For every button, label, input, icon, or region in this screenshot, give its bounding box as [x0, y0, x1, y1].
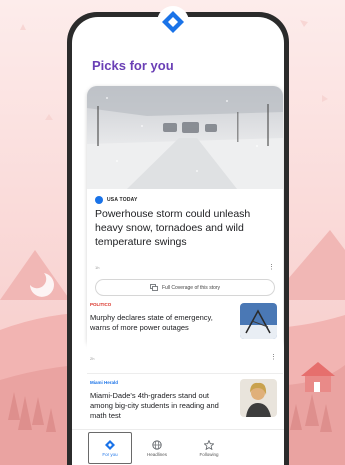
nav-label: Following	[199, 451, 219, 457]
full-coverage-icon	[150, 284, 158, 291]
featured-story-image	[87, 86, 283, 189]
full-coverage-label: Full Coverage of this story	[161, 284, 221, 291]
nav-for-you[interactable]: For you	[88, 432, 132, 464]
story-source: Miami Herald	[90, 380, 119, 385]
source-name: USA TODAY	[107, 197, 138, 203]
divider	[87, 373, 283, 374]
featured-meta: 1h ⋮	[95, 263, 275, 273]
nav-label: Headlines	[146, 451, 167, 457]
story-time: 2h	[90, 356, 95, 361]
nav-following[interactable]: Following	[187, 432, 231, 464]
more-options-icon[interactable]: ⋮	[270, 353, 277, 361]
story-headline[interactable]: Miami-Dade's 4th-graders stand out among…	[90, 391, 232, 421]
more-options-icon[interactable]: ⋮	[268, 263, 275, 271]
usa-today-logo-icon	[95, 196, 103, 204]
phone-screen: Picks for you USA TODAY Powerhouse storm…	[72, 17, 284, 465]
nav-headlines[interactable]: Headlines	[135, 432, 179, 464]
story-thumbnail	[240, 303, 277, 339]
globe-icon	[152, 439, 162, 450]
section-title: Picks for you	[92, 58, 174, 73]
story-time: 1h	[95, 265, 100, 270]
story-headline[interactable]: Murphy declares state of emergency, warn…	[90, 313, 232, 333]
full-coverage-button[interactable]: Full Coverage of this story	[95, 279, 275, 296]
featured-headline[interactable]: Powerhouse storm could unleash heavy sno…	[95, 207, 277, 249]
bottom-navigation: For you Headlines Following	[72, 429, 284, 465]
story-source: POLITICO	[90, 302, 112, 307]
story-politico[interactable]: POLITICO Murphy declares state of emerge…	[87, 302, 283, 373]
featured-source: USA TODAY	[95, 196, 138, 204]
google-news-diamond-icon	[157, 6, 189, 38]
story-thumbnail	[240, 379, 277, 417]
star-icon	[204, 439, 214, 450]
nav-label: For you	[102, 451, 118, 457]
phone-frame: Picks for you USA TODAY Powerhouse storm…	[67, 12, 289, 465]
diamond-icon	[105, 439, 115, 450]
app-logo	[151, 3, 195, 41]
